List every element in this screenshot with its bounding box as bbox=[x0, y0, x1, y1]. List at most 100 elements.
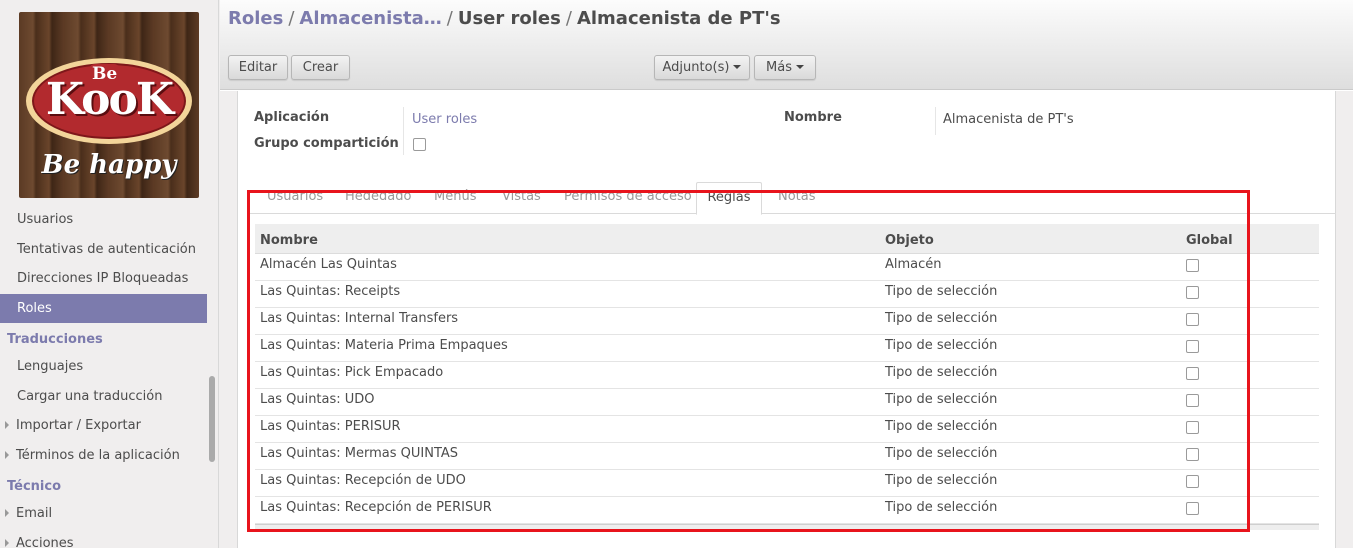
rule-name-cell: Las Quintas: Receipts bbox=[260, 284, 401, 299]
column-header-object[interactable]: Objeto bbox=[885, 224, 934, 258]
expand-arrow-icon bbox=[5, 450, 9, 459]
table-row[interactable]: Las Quintas: Recepción de UDO Tipo de sel… bbox=[255, 470, 1319, 497]
rule-name-cell: Las Quintas: Pick Empacado bbox=[260, 365, 444, 380]
sharing-group-label: Grupo compartición bbox=[254, 136, 399, 151]
attachments-dropdown[interactable]: Adjunto(s) bbox=[654, 55, 750, 80]
global-checkbox[interactable] bbox=[1186, 421, 1199, 434]
notebook-tab[interactable]: Hededado bbox=[345, 182, 411, 214]
sidebar-item-label: Importar / Exportar bbox=[16, 418, 141, 433]
rule-object-cell: Tipo de selección bbox=[885, 473, 998, 488]
breadcrumb-roles-link[interactable]: Roles bbox=[228, 8, 283, 29]
name-label: Nombre bbox=[784, 110, 842, 125]
rule-object-cell: Almacén bbox=[885, 257, 942, 272]
table-row[interactable]: Las Quintas: Recepción de PERISUR Tipo de… bbox=[255, 497, 1319, 524]
sidebar-section-header: Técnico bbox=[7, 479, 62, 494]
global-checkbox[interactable] bbox=[1186, 502, 1199, 515]
rule-name-cell: Las Quintas: Materia Prima Empaques bbox=[260, 338, 508, 353]
company-logo[interactable]: KooK Be Be happy bbox=[19, 12, 199, 198]
rules-table: Nombre Objeto Global Almacén Las Quintas… bbox=[255, 224, 1319, 530]
sharing-group-checkbox[interactable] bbox=[413, 138, 426, 151]
notebook-tab[interactable]: Notas bbox=[778, 182, 816, 214]
sidebar: KooK Be Be happy Usuarios Tentativas de a… bbox=[0, 0, 219, 548]
rule-name-cell: Las Quintas: PERISUR bbox=[260, 419, 401, 434]
sidebar-expandable-item[interactable]: Email bbox=[0, 499, 207, 529]
sidebar-item-label: Términos de la aplicación bbox=[16, 447, 180, 463]
main-content: Roles / Almacenista… / User roles / Almacenist… bbox=[220, 0, 1353, 548]
edit-button[interactable]: Editar bbox=[228, 55, 288, 80]
column-header-name[interactable]: Nombre bbox=[260, 224, 318, 258]
application-label: Aplicación bbox=[254, 110, 330, 125]
logo-top-word: Be bbox=[89, 64, 121, 84]
global-checkbox[interactable] bbox=[1186, 313, 1199, 326]
sidebar-item[interactable]: Cargar una traducción bbox=[0, 382, 207, 412]
notebook-tab[interactable]: Permisos de acceso bbox=[564, 182, 692, 214]
rule-name-cell: Las Quintas: Internal Transfers bbox=[260, 311, 459, 326]
sidebar-menu: Usuarios Tentativas de autenticación Direc… bbox=[0, 205, 207, 548]
table-row[interactable]: Las Quintas: PERISUR Tipo de selección bbox=[255, 416, 1319, 443]
table-row[interactable]: Las Quintas: UDO Tipo de selección bbox=[255, 389, 1319, 416]
rule-name-cell: Las Quintas: Mermas QUINTAS bbox=[260, 446, 459, 461]
sidebar-item[interactable]: Tentativas de autenticación bbox=[0, 235, 207, 265]
control-panel: Roles / Almacenista… / User roles / Almacenist… bbox=[220, 0, 1353, 90]
form-sheet: Aplicación User roles Grupo compartición… bbox=[237, 91, 1336, 548]
global-checkbox[interactable] bbox=[1186, 286, 1199, 299]
rule-object-cell: Tipo de selección bbox=[885, 500, 998, 515]
global-checkbox[interactable] bbox=[1186, 367, 1199, 380]
rule-name-cell: Las Quintas: UDO bbox=[260, 392, 375, 407]
sidebar-item-label: Email bbox=[16, 506, 53, 521]
breadcrumb-separator: / bbox=[565, 8, 572, 29]
notebook-tab[interactable]: Vistas bbox=[502, 182, 541, 214]
rule-object-cell: Tipo de selección bbox=[885, 284, 998, 299]
expand-arrow-icon bbox=[5, 538, 9, 547]
expand-arrow-icon bbox=[5, 509, 9, 517]
rule-object-cell: Tipo de selección bbox=[885, 446, 998, 461]
sidebar-expandable-item[interactable]: Acciones bbox=[0, 529, 207, 548]
tab-reglas-active[interactable]: Reglas bbox=[696, 182, 762, 215]
form-background: Aplicación User roles Grupo compartición… bbox=[220, 91, 1353, 548]
global-checkbox[interactable] bbox=[1186, 448, 1199, 461]
table-header: Nombre Objeto Global bbox=[255, 224, 1319, 254]
notebook-tab[interactable]: Menús bbox=[434, 182, 476, 214]
global-checkbox[interactable] bbox=[1186, 259, 1199, 272]
rule-object-cell: Tipo de selección bbox=[885, 311, 998, 326]
sidebar-section-header: Traducciones bbox=[7, 332, 103, 347]
expand-arrow-icon bbox=[5, 421, 9, 429]
create-button-label: Crear bbox=[302, 60, 339, 75]
table-row[interactable]: Las Quintas: Internal Transfers Tipo de s… bbox=[255, 308, 1319, 335]
breadcrumb-separator: / bbox=[446, 8, 453, 29]
field-separator bbox=[403, 107, 404, 155]
global-checkbox[interactable] bbox=[1186, 340, 1199, 353]
breadcrumb-user-roles: User roles bbox=[457, 8, 561, 29]
table-row[interactable]: Las Quintas: Receipts Tipo de selección bbox=[255, 281, 1319, 308]
breadcrumb-record-link[interactable]: Almacenista… bbox=[299, 8, 441, 29]
table-footer bbox=[255, 524, 1319, 530]
sidebar-expandable-item[interactable]: Términos de la aplicación bbox=[0, 441, 207, 471]
sidebar-item[interactable]: Lenguajes bbox=[0, 352, 207, 382]
application-value-link[interactable]: User roles bbox=[412, 112, 477, 127]
rule-object-cell: Tipo de selección bbox=[885, 365, 998, 380]
sidebar-item[interactable]: Usuarios bbox=[0, 205, 207, 235]
column-header-global[interactable]: Global bbox=[1186, 224, 1233, 258]
sidebar-item-label: Acciones bbox=[16, 535, 74, 548]
notebook-tab[interactable]: Usuarios bbox=[267, 182, 323, 214]
sidebar-item-active[interactable]: Roles bbox=[0, 293, 207, 323]
rule-object-cell: Tipo de selección bbox=[885, 392, 998, 407]
table-row[interactable]: Las Quintas: Mermas QUINTAS Tipo de selec… bbox=[255, 443, 1319, 470]
table-row[interactable]: Las Quintas: Materia Prima Empaques Tipo … bbox=[255, 335, 1319, 362]
sidebar-scrollbar[interactable] bbox=[209, 376, 215, 462]
sidebar-item[interactable]: Direcciones IP Bloqueadas bbox=[0, 264, 207, 294]
global-checkbox[interactable] bbox=[1186, 394, 1199, 407]
table-body: Almacén Las Quintas Almacén Las Quintas: R… bbox=[255, 254, 1319, 524]
global-checkbox[interactable] bbox=[1186, 475, 1199, 488]
breadcrumb: Roles / Almacenista… / User roles / Almacenist… bbox=[228, 8, 781, 29]
sidebar-expandable-item[interactable]: Importar / Exportar bbox=[0, 411, 207, 441]
table-row[interactable]: Almacén Las Quintas Almacén bbox=[255, 254, 1319, 281]
rule-name-cell: Las Quintas: Recepción de UDO bbox=[260, 473, 466, 488]
rule-object-cell: Tipo de selección bbox=[885, 338, 998, 353]
breadcrumb-separator: / bbox=[288, 8, 295, 29]
attachments-label: Adjunto(s) bbox=[662, 60, 730, 75]
create-button[interactable]: Crear bbox=[291, 55, 350, 80]
caret-down-icon bbox=[733, 65, 742, 69]
more-dropdown[interactable]: Más bbox=[754, 55, 816, 80]
table-row[interactable]: Las Quintas: Pick Empacado Tipo de selecc… bbox=[255, 362, 1319, 389]
